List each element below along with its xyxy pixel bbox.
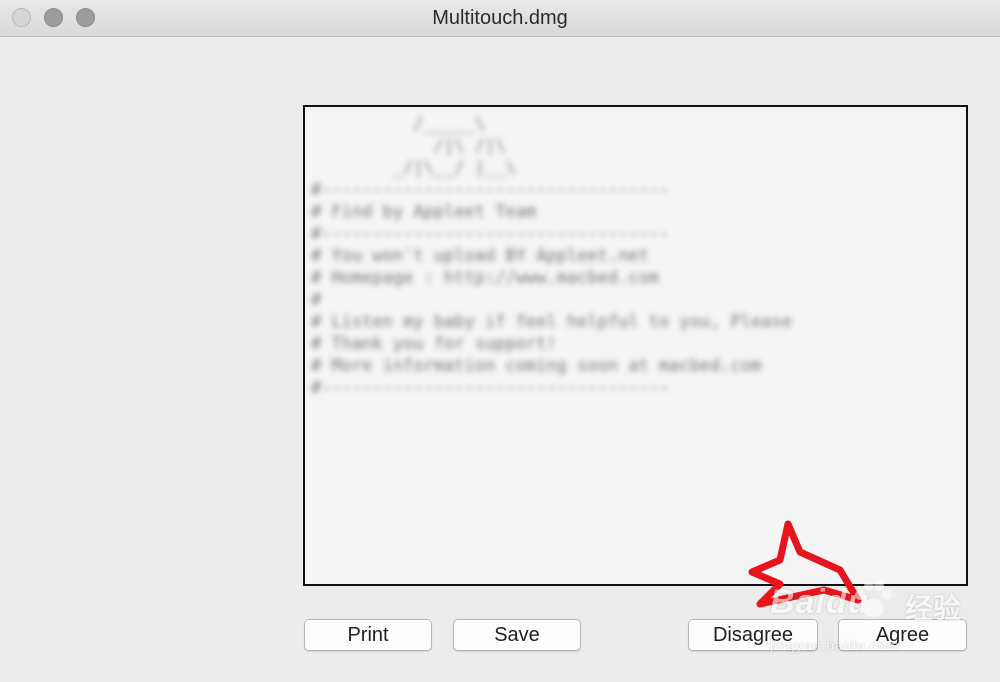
disagree-button[interactable]: Disagree xyxy=(688,619,818,651)
license-text-area[interactable]: /_____\ /|\ /|\ _/|\__/ |__\ #----------… xyxy=(303,105,968,586)
window-title: Multitouch.dmg xyxy=(432,7,568,29)
dmg-license-window: Multitouch.dmg /_____\ /|\ /|\ _/|\__/ |… xyxy=(0,0,1000,682)
title-bar[interactable]: Multitouch.dmg xyxy=(0,0,1000,37)
agree-button[interactable]: Agree xyxy=(838,619,967,651)
save-button[interactable]: Save xyxy=(453,619,581,651)
watermark-brand: Baidu xyxy=(770,583,870,621)
license-text: /_____\ /|\ /|\ _/|\__/ |__\ #----------… xyxy=(311,114,793,398)
print-button[interactable]: Print xyxy=(304,619,432,651)
